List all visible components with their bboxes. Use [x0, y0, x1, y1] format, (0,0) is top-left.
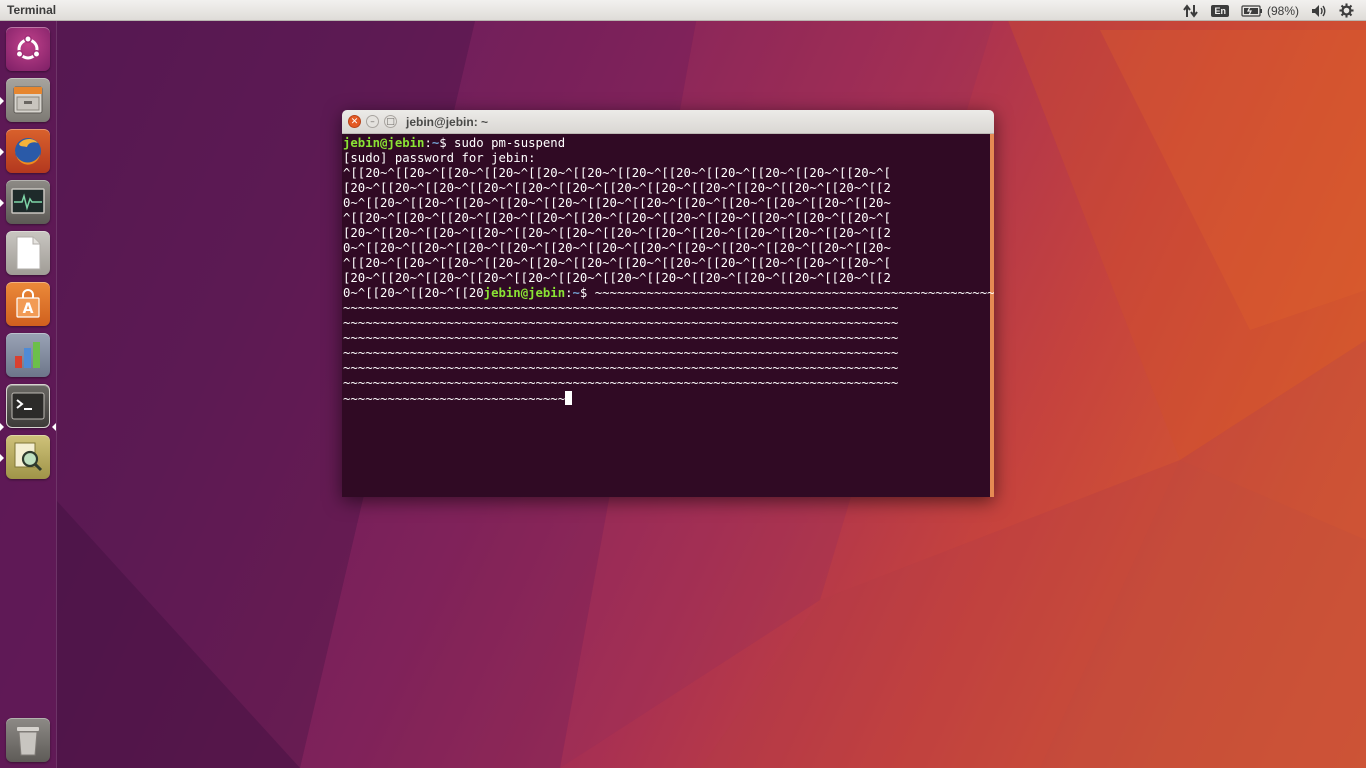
magnifier-icon — [14, 442, 43, 472]
speaker-icon — [1312, 4, 1326, 17]
prompt-symbol: $ — [439, 136, 447, 150]
prompt-user: jebin@jebin — [483, 286, 566, 300]
command-text: sudo pm-suspend — [446, 136, 566, 150]
network-arrows-icon — [1183, 3, 1199, 18]
launcher-system-monitor[interactable] — [6, 180, 50, 224]
escape-line: [20~^[[20~^[[20~^[[20~^[[20~^[[20~^[[20~… — [343, 271, 891, 285]
active-app-title: Terminal — [7, 3, 57, 17]
launcher-text-editor[interactable] — [6, 231, 50, 275]
terminal-content[interactable]: jebin@jebin:~$ sudo pm-suspend [sudo] pa… — [342, 134, 994, 497]
prompt-user: jebin@jebin — [343, 136, 425, 150]
escape-line: ^[[20~^[[20~^[[20~^[[20~^[[20~^[[20~^[[2… — [343, 211, 891, 225]
launcher-software-center[interactable]: A — [6, 282, 50, 326]
running-indicator-files — [0, 97, 4, 105]
maximize-button[interactable]: □ — [384, 115, 397, 128]
launcher-dash[interactable] — [6, 27, 50, 71]
battery-indicator[interactable]: (98%) — [1235, 0, 1305, 21]
shopping-bag-icon: A — [16, 289, 40, 318]
launcher-firefox[interactable] — [6, 129, 50, 173]
prompt-path: ~ — [572, 286, 580, 300]
minimize-button[interactable]: – — [366, 115, 379, 128]
file-cabinet-icon — [13, 86, 43, 114]
indicator-area: En (98%) — [1177, 0, 1360, 21]
running-indicator-terminal — [0, 423, 4, 431]
terminal-window[interactable]: ✕ – □ jebin@jebin: ~ jebin@jebin:~$ sudo… — [342, 110, 994, 497]
battery-icon — [1241, 4, 1262, 17]
sound-indicator[interactable] — [1305, 0, 1333, 21]
gear-icon — [1339, 3, 1354, 18]
escape-line: ^[[20~^[[20~^[[20~^[[20~^[[20~^[[20~^[[2… — [343, 256, 891, 270]
tilde-line: ~~~~~~~~~~~~~~~~~~~~~~~~~~~~~~~~~~~~~~~~… — [343, 331, 899, 345]
system-monitor-icon — [11, 188, 45, 214]
network-indicator[interactable] — [1177, 0, 1205, 21]
session-indicator[interactable] — [1333, 0, 1360, 21]
launcher-files[interactable] — [6, 78, 50, 122]
escape-line: ^[[20~^[[20~^[[20~^[[20~^[[20~^[[20~^[[2… — [343, 166, 891, 180]
running-indicator-system-monitor — [0, 199, 4, 207]
top-panel: Terminal En (98%) — [0, 0, 1366, 21]
trash-icon — [17, 727, 39, 756]
firefox-icon — [15, 138, 41, 165]
escape-line: 0~^[[20~^[[20~^[[20 — [343, 286, 484, 300]
text-cursor — [565, 391, 573, 405]
tilde-line: ~~~~~~~~~~~~~~~~~~~~~~~~~~~~~~~~~~~~~~~~… — [343, 376, 899, 390]
terminal-output: jebin@jebin:~$ sudo pm-suspend [sudo] pa… — [343, 136, 994, 407]
running-indicator-document-viewer — [0, 454, 4, 462]
ubuntu-logo-icon — [15, 35, 41, 60]
escape-line: 0~^[[20~^[[20~^[[20~^[[20~^[[20~^[[20~^[… — [343, 196, 891, 210]
battery-percentage: (98%) — [1266, 3, 1299, 18]
password-prompt: [sudo] password for jebin: — [343, 151, 536, 165]
tilde-line: ~~~~~~~~~~~~~~~~~~~~~~~~~~~~~~~~~~~~~~~~… — [343, 316, 899, 330]
chart-icon — [15, 342, 40, 368]
launcher-document-viewer[interactable] — [6, 435, 50, 479]
tilde-line: ~~~~~~~~~~~~~~~~~~~~~~~~~~~~~~~~~~~~~~~~… — [343, 361, 899, 375]
tilde-line: ~~~~~~~~~~~~~~~~~~~~~~~~~~~~~~~~~~~~~~~~… — [343, 301, 899, 315]
document-icon — [16, 236, 41, 270]
language-badge: En — [1211, 4, 1229, 17]
escape-line: 0~^[[20~^[[20~^[[20~^[[20~^[[20~^[[20~^[… — [343, 241, 891, 255]
escape-line: [20~^[[20~^[[20~^[[20~^[[20~^[[20~^[[20~… — [343, 181, 891, 195]
running-indicator-firefox — [0, 148, 4, 156]
launcher-trash[interactable] — [6, 718, 50, 762]
svg-text:A: A — [23, 301, 34, 317]
launcher: A — [0, 21, 57, 768]
tilde-line: ~~~~~~~~~~~~~~~~~~~~~~~~~~~~~~ — [343, 392, 566, 406]
launcher-office-chart[interactable] — [6, 333, 50, 377]
close-button[interactable]: ✕ — [348, 115, 361, 128]
focused-indicator-terminal — [52, 423, 56, 431]
terminal-icon — [11, 392, 45, 420]
keyboard-layout-indicator[interactable]: En — [1205, 0, 1235, 21]
tilde-run: ~~~~~~~~~~~~~~~~~~~~~~~~~~~~~~~~~~~~~~~~… — [587, 286, 994, 300]
terminal-titlebar[interactable]: ✕ – □ jebin@jebin: ~ — [342, 110, 994, 134]
launcher-terminal[interactable] — [6, 384, 50, 428]
escape-line: [20~^[[20~^[[20~^[[20~^[[20~^[[20~^[[20~… — [343, 226, 891, 240]
window-title: jebin@jebin: ~ — [406, 115, 489, 129]
tilde-line: ~~~~~~~~~~~~~~~~~~~~~~~~~~~~~~~~~~~~~~~~… — [343, 346, 899, 360]
